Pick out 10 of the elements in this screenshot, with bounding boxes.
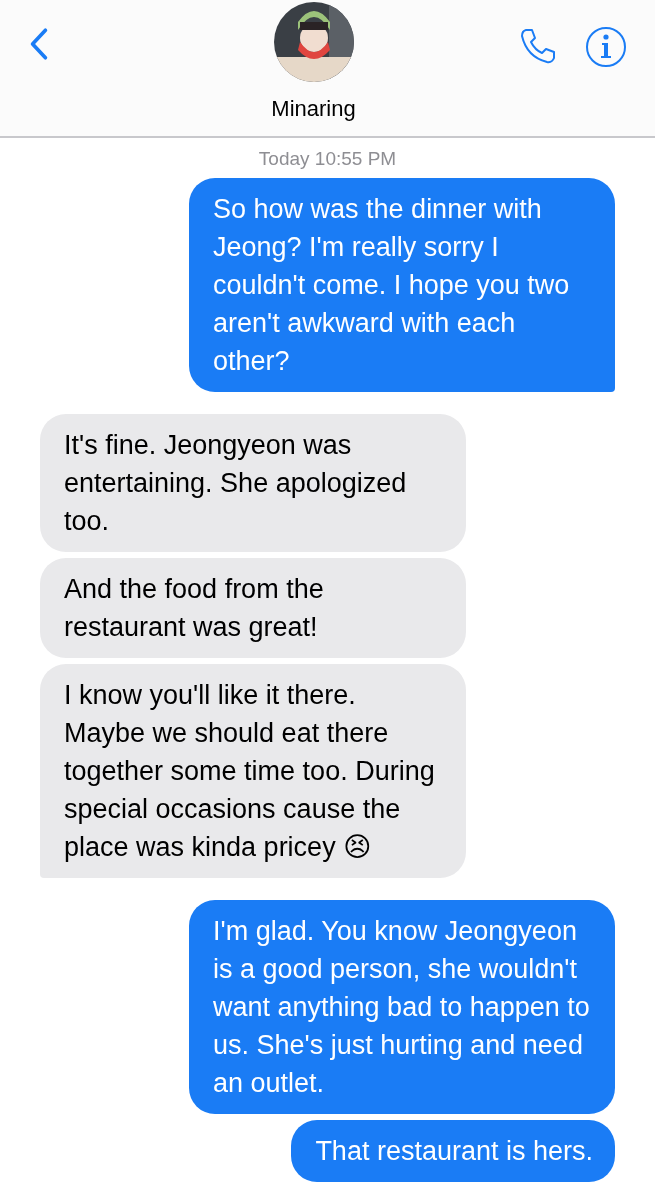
contact-name: Minaring [271, 96, 356, 122]
message-bubble: It's fine. Jeongyeon was entertaining. She apologized too. [40, 414, 466, 552]
message-bubble: I'm glad. You know Jeongyeon is a good person, she wouldn't want anything bad to happen to us. She's just hurting and need an outlet. [189, 900, 615, 1114]
timestamp: Today 10:55 PM [257, 148, 398, 170]
message-bubble: I know you'll like it there. Maybe we should eat there together some time too. During special occasions cause the place was kinda pricey 😣 [40, 664, 466, 878]
back-button[interactable] [28, 27, 50, 61]
message-bubble: And the food from the restaurant was great! [40, 558, 466, 658]
info-icon[interactable] [585, 26, 627, 68]
message-bubble: So how was the dinner with Jeong? I'm really sorry I couldn't come. I hope you two aren't awkward with each other? [189, 178, 615, 392]
message-bubble: That restaurant is hers. [291, 1120, 615, 1182]
